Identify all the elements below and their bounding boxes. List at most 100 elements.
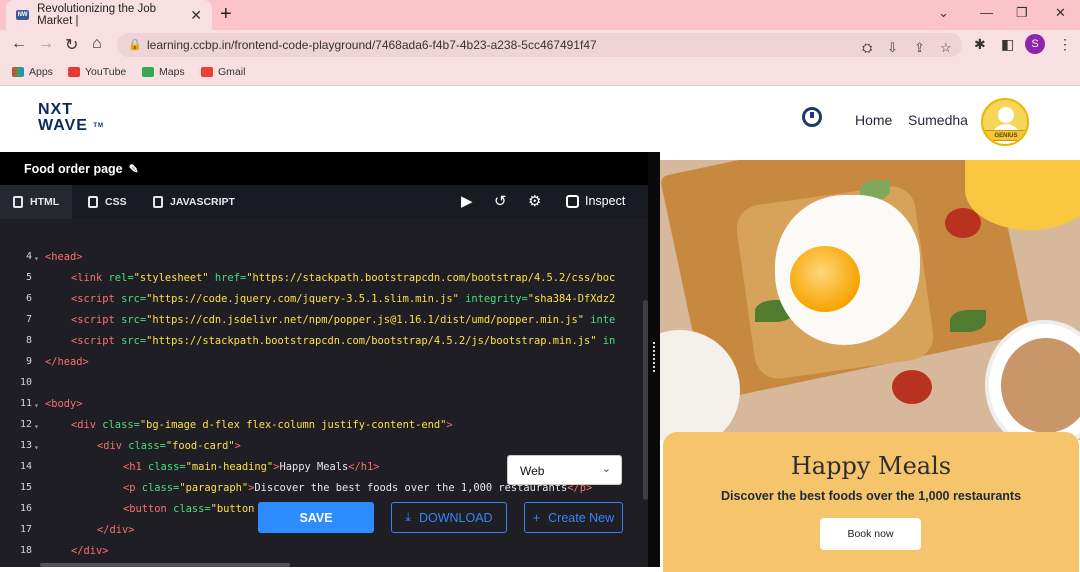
bookmark-label: YouTube: [85, 66, 127, 78]
lock-icon[interactable]: 🔒: [128, 38, 142, 51]
plus-icon: +: [532, 510, 541, 525]
view-mode-select[interactable]: Web ⌄: [507, 455, 622, 485]
line-number: 12: [19, 419, 32, 430]
logo-tm: TM: [93, 123, 105, 129]
horizontal-scrollbar[interactable]: [40, 563, 290, 567]
restore-icon[interactable]: ❐: [1016, 5, 1028, 21]
line-number: 13: [19, 440, 32, 451]
url-text: learning.ccbp.in/frontend-code-playgroun…: [147, 38, 597, 52]
genius-badge: GENIUS: [983, 130, 1027, 141]
stopwatch-icon[interactable]: [802, 107, 822, 127]
radish: [945, 208, 981, 238]
run-play-icon[interactable]: ▶: [461, 192, 473, 210]
reload-icon[interactable]: ↻: [65, 35, 78, 55]
code-text: <div class="food-card">: [97, 440, 241, 452]
inspect-label: Inspect: [585, 194, 626, 208]
install-app-icon[interactable]: ⇩: [887, 40, 898, 56]
javascript-icon: [153, 196, 163, 208]
settings-gear-icon[interactable]: ⚙: [528, 192, 541, 210]
bookmark-gmail[interactable]: Gmail: [201, 66, 245, 78]
code-line[interactable]: 4 ▾ <head>: [0, 251, 640, 272]
code-line[interactable]: 8 <script src="https://stackpath.bootstra…: [0, 335, 640, 356]
tab-html[interactable]: HTML: [0, 185, 72, 219]
extensions-icon[interactable]: ✱: [974, 36, 986, 53]
tab-label: HTML: [30, 196, 60, 208]
gmail-icon: [201, 67, 213, 77]
site-favicon-icon: NW: [16, 10, 30, 20]
code-text: <script src="https://cdn.jsdelivr.net/np…: [71, 314, 616, 326]
code-line[interactable]: 7 <script src="https://cdn.jsdelivr.net/n…: [0, 314, 640, 335]
close-tab-icon[interactable]: ✕: [190, 7, 202, 24]
tab-label: CSS: [105, 196, 127, 208]
maps-icon: [142, 67, 154, 77]
code-text: <head>: [45, 251, 83, 263]
logo-line2: WAVE: [38, 117, 88, 134]
editor-tabs: HTML CSS JAVASCRIPT: [0, 185, 648, 219]
tab-css[interactable]: CSS: [88, 185, 127, 219]
code-line[interactable]: 11 ▾ <body>: [0, 398, 640, 419]
reset-icon[interactable]: ↺: [494, 192, 507, 210]
food-background-image: [660, 160, 1080, 440]
code-line[interactable]: 12 ▾ <div class="bg-image d-flex flex-colu…: [0, 419, 640, 440]
line-number: 7: [25, 314, 32, 325]
user-name[interactable]: Sumedha: [908, 112, 968, 128]
inspect-toggle[interactable]: Inspect: [566, 194, 625, 208]
main-heading: Happy Meals: [790, 452, 952, 480]
code-line[interactable]: 15 <p class="paragraph">Discover the best…: [0, 482, 640, 503]
drag-handle-icon[interactable]: [653, 342, 655, 372]
line-number: 17: [19, 524, 32, 535]
browser-tab-strip: NW Revolutionizing the Job Market | ✕ + …: [0, 0, 1080, 30]
panel-splitter[interactable]: [648, 152, 660, 567]
fold-chevron-icon[interactable]: ▾: [34, 443, 39, 452]
food-card: Happy Meals Discover the best foods over…: [663, 432, 1079, 572]
address-bar[interactable]: 🔒 learning.ccbp.in/frontend-code-playgro…: [117, 33, 962, 57]
window-close-icon[interactable]: ✕: [1055, 5, 1066, 21]
share-icon[interactable]: ⇪: [914, 40, 925, 56]
profile-avatar[interactable]: S: [1025, 34, 1045, 54]
bookmark-apps[interactable]: Apps: [12, 66, 53, 78]
inspect-checkbox[interactable]: [566, 194, 579, 208]
forward-icon[interactable]: →: [38, 35, 54, 53]
home-icon[interactable]: ⌂: [92, 35, 102, 53]
tab-label: JAVASCRIPT: [170, 196, 235, 208]
new-tab-icon[interactable]: +: [220, 3, 232, 26]
save-button[interactable]: SAVE: [258, 502, 374, 533]
apps-icon: [12, 67, 24, 77]
side-panel-icon[interactable]: ◧: [1001, 36, 1014, 53]
code-line[interactable]: 10: [0, 377, 640, 398]
code-text: <div class="bg-image d-flex flex-column …: [71, 419, 453, 431]
create-new-button[interactable]: + Create New: [524, 502, 623, 533]
css3-icon: [88, 196, 98, 208]
chevron-down-icon[interactable]: ⌄: [938, 5, 949, 21]
line-number: 16: [19, 503, 32, 514]
download-button[interactable]: ⤓ DOWNLOAD: [391, 502, 507, 533]
code-line[interactable]: 9 </head>: [0, 356, 640, 377]
bookmark-star-icon[interactable]: ☆: [940, 40, 952, 56]
code-text: <script src="https://code.jquery.com/jqu…: [71, 293, 616, 305]
book-now-button[interactable]: Book now: [820, 518, 921, 550]
minimize-icon[interactable]: —: [980, 5, 993, 20]
code-line[interactable]: 5 <link rel="stylesheet" href="https://st…: [0, 272, 640, 293]
bookmark-maps[interactable]: Maps: [142, 66, 185, 78]
fold-chevron-icon[interactable]: ▾: [34, 254, 39, 263]
browser-tab[interactable]: NW Revolutionizing the Job Market | ✕: [6, 0, 212, 30]
nxtwave-logo[interactable]: NXT WAVE TM: [38, 102, 104, 134]
user-avatar[interactable]: GENIUS: [981, 98, 1029, 146]
code-text: </head>: [45, 356, 89, 368]
avatar-head: [998, 107, 1014, 123]
site-permissions-icon[interactable]: ⛭: [862, 40, 872, 56]
menu-icon[interactable]: ⋮: [1058, 36, 1072, 53]
code-line[interactable]: 6 <script src="https://code.jquery.com/jq…: [0, 293, 640, 314]
nav-home-link[interactable]: Home: [855, 112, 892, 128]
tab-title: Revolutionizing the Job Market |: [37, 3, 157, 27]
editor-title-bar: Food order page ✎: [0, 152, 648, 185]
line-number: 4: [25, 251, 32, 262]
code-text: </div>: [71, 545, 109, 557]
fold-chevron-icon[interactable]: ▾: [34, 422, 39, 431]
fold-chevron-icon[interactable]: ▾: [34, 401, 39, 410]
back-icon[interactable]: ←: [11, 35, 27, 53]
create-label: Create New: [548, 510, 615, 525]
bookmark-youtube[interactable]: YouTube: [68, 66, 126, 78]
tab-javascript[interactable]: JAVASCRIPT: [153, 185, 235, 219]
edit-pencil-icon[interactable]: ✎: [129, 162, 139, 176]
